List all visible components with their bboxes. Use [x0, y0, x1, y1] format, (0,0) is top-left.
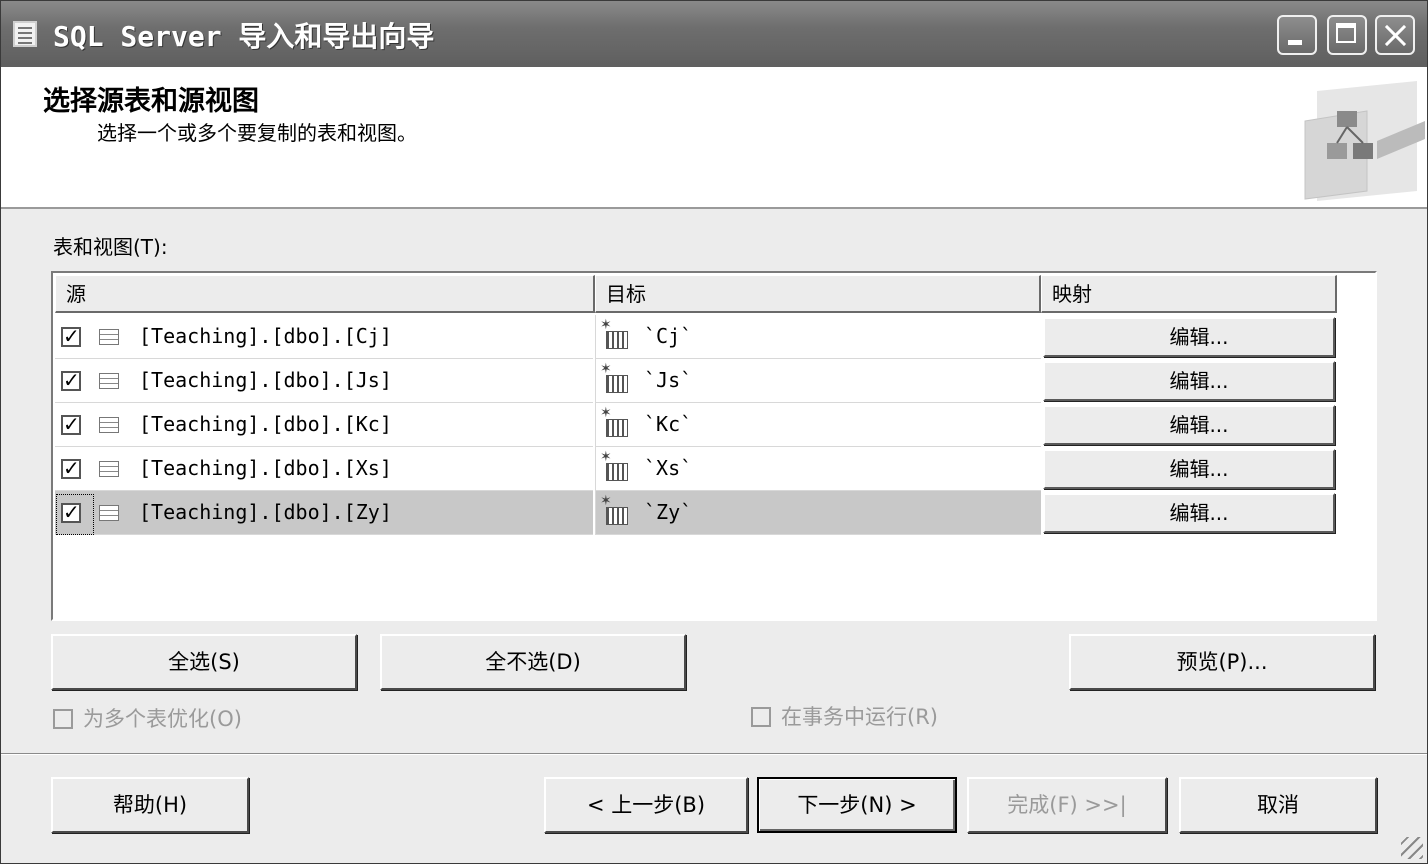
next-button[interactable]: 下一步(N) > — [757, 777, 957, 833]
new-table-icon — [600, 405, 628, 437]
page-subtitle: 选择一个或多个要复制的表和视图。 — [97, 121, 417, 145]
table-row-selected[interactable]: [Teaching].[dbo].[Zy] `Zy` 编辑... — [55, 491, 1337, 535]
select-none-button[interactable]: 全不选(D) — [380, 634, 686, 690]
table-icon — [99, 505, 119, 521]
target-name: `Kc` — [644, 412, 693, 436]
edit-mapping-button[interactable]: 编辑... — [1043, 405, 1335, 445]
edit-mapping-button[interactable]: 编辑... — [1043, 361, 1335, 401]
table-row[interactable]: [Teaching].[dbo].[Js] `Js` 编辑... — [55, 359, 1337, 403]
run-in-transaction-option[interactable]: 在事务中运行(R) — [751, 701, 938, 731]
column-header-source[interactable]: 源 — [55, 275, 595, 313]
new-table-icon — [600, 493, 628, 525]
new-table-icon — [600, 317, 628, 349]
target-name: `Xs` — [644, 456, 693, 480]
resize-grip-icon[interactable] — [1401, 837, 1423, 859]
target-cell[interactable]: `Xs` — [595, 447, 1041, 491]
edit-mapping-button[interactable]: 编辑... — [1043, 493, 1335, 533]
finish-button[interactable]: 完成(F) >>| — [967, 777, 1167, 833]
source-cell[interactable]: [Teaching].[dbo].[Kc] — [55, 403, 593, 447]
title-bar[interactable]: SQL Server 导入和导出向导 — [1, 1, 1427, 67]
help-button[interactable]: 帮助(H) — [51, 777, 249, 833]
new-table-icon — [600, 361, 628, 393]
edit-mapping-button[interactable]: 编辑... — [1043, 449, 1335, 489]
maximize-button[interactable] — [1327, 15, 1367, 55]
run-in-transaction-checkbox[interactable] — [751, 707, 771, 727]
source-name: [Teaching].[dbo].[Js] — [139, 368, 392, 392]
optimize-multi-table-checkbox[interactable] — [53, 709, 73, 729]
target-cell[interactable]: `Cj` — [595, 315, 1041, 359]
optimize-multi-table-label: 为多个表优化(O) — [83, 707, 242, 731]
target-name: `Cj` — [644, 324, 693, 348]
source-cell[interactable]: [Teaching].[dbo].[Zy] — [55, 491, 593, 535]
wizard-graphic-icon — [1304, 81, 1425, 201]
source-name: [Teaching].[dbo].[Xs] — [139, 456, 392, 480]
table-icon — [99, 373, 119, 389]
tables-grid: 源 目标 映射 [Teaching].[dbo].[Cj] `Cj` 编辑...… — [51, 271, 1377, 621]
column-header-target[interactable]: 目标 — [595, 275, 1041, 313]
source-cell[interactable]: [Teaching].[dbo].[Js] — [55, 359, 593, 403]
edit-mapping-button[interactable]: 编辑... — [1043, 317, 1335, 357]
column-header-mapping[interactable]: 映射 — [1041, 275, 1337, 313]
row-checkbox[interactable] — [61, 412, 81, 436]
page-title: 选择源表和源视图 — [43, 86, 259, 117]
close-button[interactable] — [1375, 15, 1415, 55]
grid-header: 源 目标 映射 — [55, 275, 1337, 313]
table-row[interactable]: [Teaching].[dbo].[Xs] `Xs` 编辑... — [55, 447, 1337, 491]
row-checkbox[interactable] — [61, 456, 81, 480]
row-checkbox[interactable] — [61, 324, 81, 348]
target-cell[interactable]: `Kc` — [595, 403, 1041, 447]
table-icon — [99, 461, 119, 477]
row-checkbox[interactable] — [61, 368, 81, 392]
app-icon — [13, 21, 37, 47]
select-all-button[interactable]: 全选(S) — [51, 634, 357, 690]
preview-button[interactable]: 预览(P)... — [1069, 634, 1375, 690]
table-row[interactable]: [Teaching].[dbo].[Kc] `Kc` 编辑... — [55, 403, 1337, 447]
target-cell[interactable]: `Js` — [595, 359, 1041, 403]
tables-views-label: 表和视图(T): — [53, 235, 168, 259]
source-cell[interactable]: [Teaching].[dbo].[Xs] — [55, 447, 593, 491]
window-title: SQL Server 导入和导出向导 — [53, 20, 435, 53]
footer-divider — [1, 753, 1427, 755]
run-in-transaction-label: 在事务中运行(R) — [781, 705, 938, 729]
target-name: `Js` — [644, 368, 693, 392]
target-cell[interactable]: `Zy` — [595, 491, 1041, 535]
source-name: [Teaching].[dbo].[Zy] — [139, 500, 392, 524]
target-name: `Zy` — [644, 500, 693, 524]
source-name: [Teaching].[dbo].[Kc] — [139, 412, 392, 436]
optimize-multi-table-option[interactable]: 为多个表优化(O) — [53, 703, 242, 733]
source-name: [Teaching].[dbo].[Cj] — [139, 324, 392, 348]
table-row[interactable]: [Teaching].[dbo].[Cj] `Cj` 编辑... — [55, 315, 1337, 359]
wizard-header: 选择源表和源视图 选择一个或多个要复制的表和视图。 — [1, 67, 1427, 209]
table-icon — [99, 329, 119, 345]
new-table-icon — [600, 449, 628, 481]
source-cell[interactable]: [Teaching].[dbo].[Cj] — [55, 315, 593, 359]
wizard-window: SQL Server 导入和导出向导 选择源表和源视图 选择一个或多个要复制的表… — [0, 0, 1428, 864]
minimize-button[interactable] — [1277, 15, 1317, 55]
back-button[interactable]: < 上一步(B) — [544, 777, 748, 833]
row-checkbox[interactable] — [61, 500, 81, 524]
table-icon — [99, 417, 119, 433]
cancel-button[interactable]: 取消 — [1179, 777, 1377, 833]
